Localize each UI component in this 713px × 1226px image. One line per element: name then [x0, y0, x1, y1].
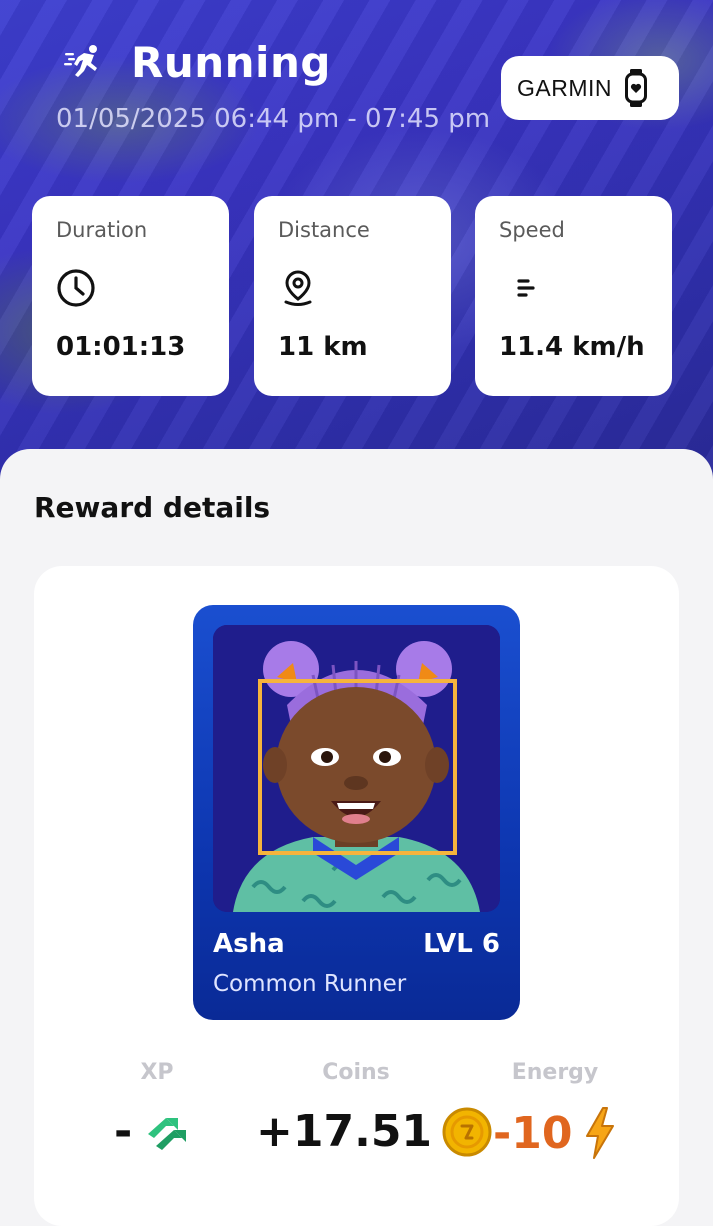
lightning-icon — [585, 1107, 614, 1159]
distance-value: 11 km — [278, 332, 368, 362]
speed-value: 11.4 km/h — [499, 332, 645, 362]
xp-label-col: XP — [57, 1060, 257, 1085]
energy-label: Energy — [511, 1060, 599, 1085]
reward-section-title: Reward details — [34, 491, 271, 524]
energy-value: -10 — [493, 1107, 573, 1159]
energy-label-col: Energy — [455, 1060, 655, 1085]
coin-icon — [442, 1107, 492, 1156]
smartwatch-icon — [625, 69, 647, 107]
xp-value: - — [114, 1106, 133, 1157]
double-chevron-up-icon — [148, 1117, 187, 1150]
xp-reward: - — [114, 1106, 190, 1157]
location-pin-icon — [284, 270, 312, 306]
speed-lines-icon — [517, 279, 535, 297]
running-icon — [64, 45, 97, 77]
clock-icon — [57, 269, 95, 307]
character-portrait — [213, 625, 500, 912]
distance-label: Distance — [278, 218, 370, 242]
activity-date-range: 01/05/2025 06:44 pm - 07:45 pm — [56, 104, 491, 134]
speed-card: Speed 11.4 km/h — [475, 196, 672, 396]
distance-card: Distance 11 km — [254, 196, 451, 396]
coins-label: Coins — [322, 1060, 390, 1085]
duration-label: Duration — [56, 218, 148, 242]
character-name: Asha — [213, 929, 285, 959]
reward-panel: Asha LVL 6 Common Runner XP Coins Energy… — [34, 566, 679, 1226]
device-source-button[interactable]: GARMIN — [501, 56, 679, 120]
reward-sheet: Reward details Asha LVL 6 Common Runner … — [0, 449, 713, 1226]
character-level: LVL 6 — [423, 929, 500, 959]
coins-value: +17.51 — [256, 1106, 433, 1157]
activity-title: Running — [131, 38, 331, 87]
character-class: Common Runner — [213, 971, 407, 997]
character-card[interactable]: Asha LVL 6 Common Runner — [193, 605, 520, 1020]
xp-label: XP — [140, 1060, 174, 1085]
duration-value: 01:01:13 — [56, 332, 186, 362]
device-label: GARMIN — [517, 74, 612, 101]
coins-label-col: Coins — [256, 1060, 456, 1085]
coins-reward: +17.51 — [256, 1106, 492, 1157]
duration-card: Duration 01:01:13 — [32, 196, 229, 396]
speed-label: Speed — [499, 218, 565, 242]
character-avatar-image — [213, 625, 500, 912]
energy-reward: -10 — [493, 1106, 617, 1160]
